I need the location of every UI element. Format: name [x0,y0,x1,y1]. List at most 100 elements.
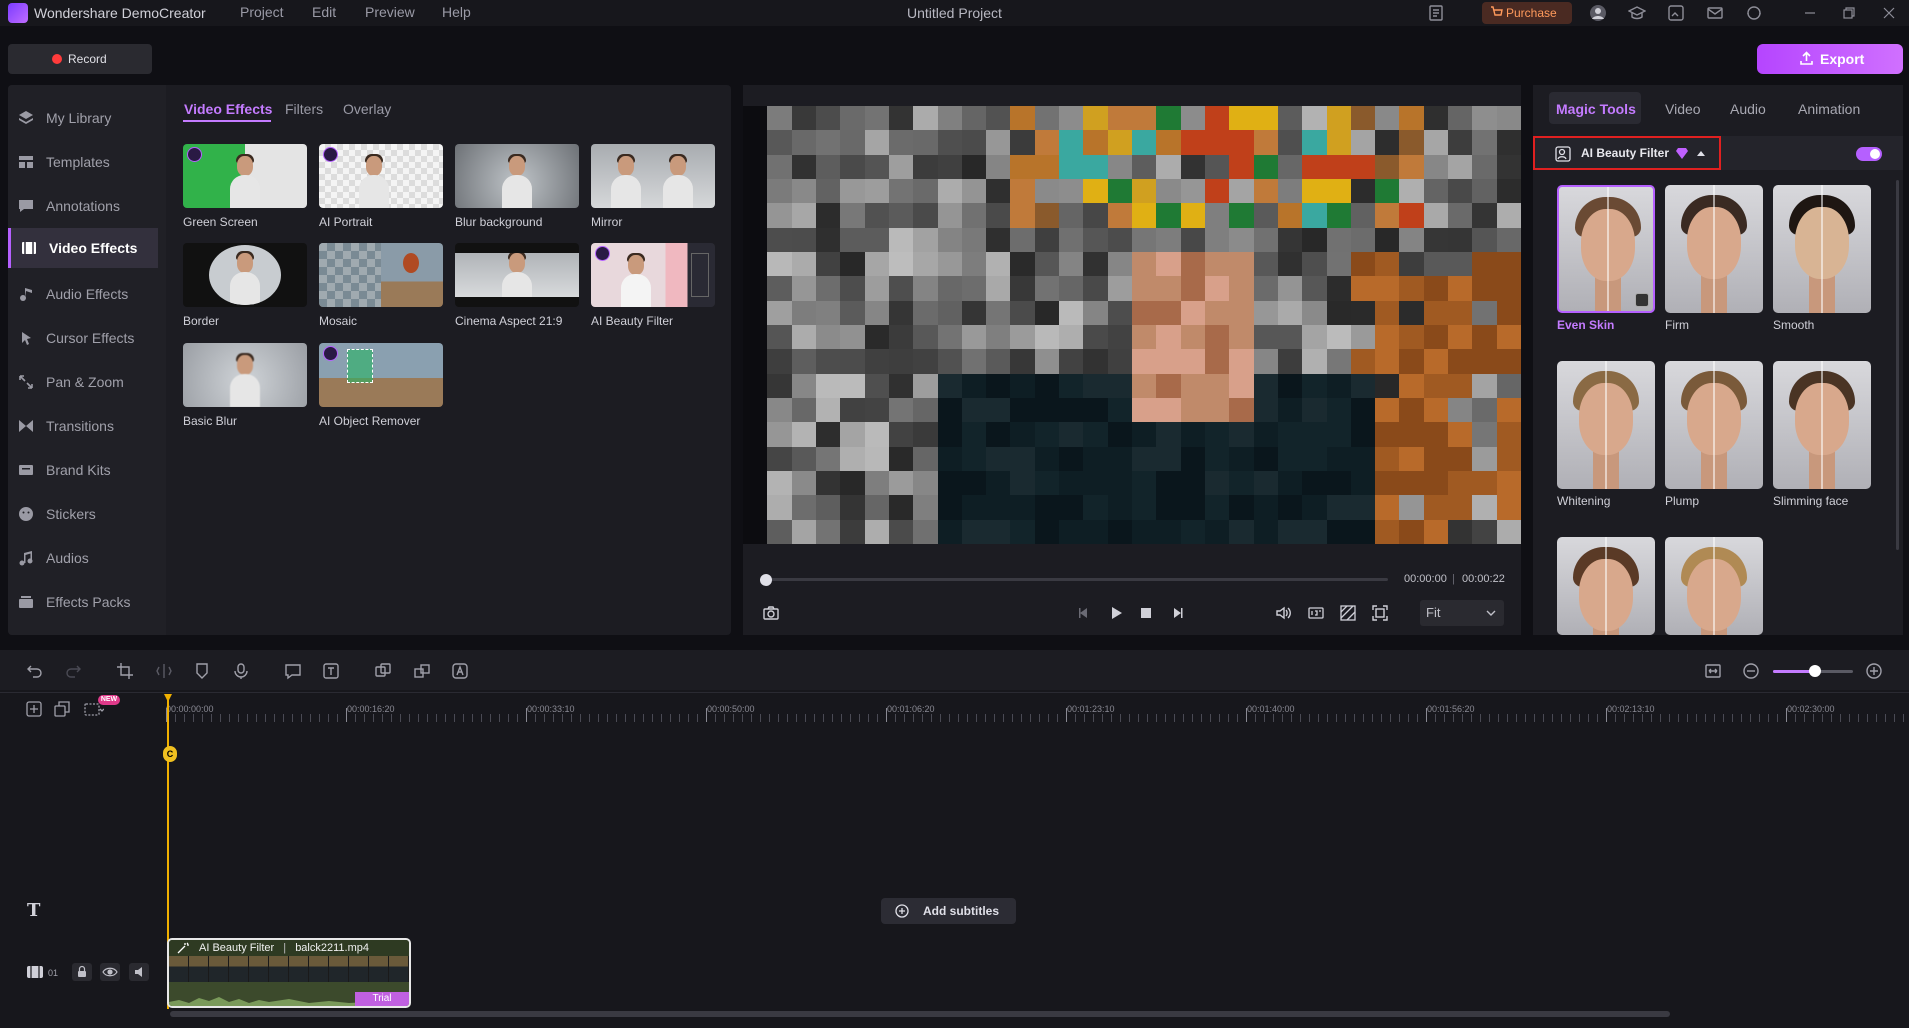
beauty-preset-firm[interactable] [1665,185,1763,313]
eye-icon[interactable] [100,963,120,981]
playback-progress-knob[interactable] [760,574,772,586]
text-box-icon[interactable] [322,662,340,680]
fit-timeline-icon[interactable] [1704,662,1722,680]
group-icon[interactable] [374,662,392,680]
beauty-preset-slimming-face[interactable] [1773,361,1871,489]
sidebar-item-audios[interactable]: Audios [8,538,158,578]
edit-preset-icon[interactable] [1635,293,1649,307]
tab-magic-tools[interactable]: Magic Tools [1556,101,1636,117]
purchase-button[interactable]: Purchase [1482,2,1572,24]
sidebar-item-audio-effects[interactable]: Audio Effects [8,274,158,314]
support-icon[interactable] [1745,4,1763,22]
mark-icon[interactable] [193,662,211,680]
mosaic-block [937,519,962,544]
zoom-out-icon[interactable] [1742,662,1760,680]
split-icon[interactable] [155,662,173,680]
redo-icon[interactable] [64,662,82,680]
beauty-preset-7[interactable] [1557,537,1655,635]
timeline-scrollbar[interactable] [170,1011,1670,1017]
effect-card-ai-portrait[interactable]: AI Portrait [319,144,443,229]
effect-card-ai-beauty-filter[interactable]: AI Beauty Filter [591,243,715,328]
mosaic-block [743,252,768,277]
speaker-icon[interactable] [129,963,149,981]
microphone-icon[interactable] [232,662,250,680]
text-track-icon[interactable]: T [27,900,45,921]
volume-icon[interactable] [1274,604,1292,622]
sidebar-item-cursor-effects[interactable]: Cursor Effects [8,318,158,358]
time-separator: | [1452,573,1455,585]
zoom-fit-select[interactable]: Fit [1420,600,1504,626]
safe-zone-icon[interactable] [1339,604,1357,622]
export-button[interactable]: Export [1757,44,1903,74]
tab-filters[interactable]: Filters [285,101,323,117]
sidebar-item-stickers[interactable]: Stickers [8,494,158,534]
sidebar-item-annotations[interactable]: Annotations [8,186,158,226]
sidebar-item-templates[interactable]: Templates [8,142,158,182]
beauty-preset-even-skin[interactable] [1557,185,1655,313]
effect-card-basic-blur[interactable]: Basic Blur [183,343,307,428]
menu-edit[interactable]: Edit [312,4,336,20]
undo-icon[interactable] [26,662,44,680]
tab-overlay[interactable]: Overlay [343,101,391,117]
snapshot-camera-icon[interactable] [762,604,780,622]
add-track-icon[interactable] [26,701,42,717]
effect-card-green-screen[interactable]: Green Screen [183,144,307,229]
beauty-filter-toggle[interactable] [1856,147,1882,161]
sidebar-item-pan-zoom[interactable]: Pan & Zoom [8,362,158,402]
sidebar-item-my-library[interactable]: My Library [8,98,158,138]
effect-card-mirror[interactable]: Mirror [591,144,715,229]
sidebar-item-transitions[interactable]: Transitions [8,406,158,446]
caption-icon[interactable] [284,662,302,680]
previous-frame-icon[interactable] [1075,604,1093,622]
copy-track-icon[interactable] [54,701,70,717]
screenshot-icon[interactable] [1667,4,1685,22]
beauty-preset-whitening[interactable] [1557,361,1655,489]
timeline-clip[interactable]: AI Beauty Filter | balck2211.mp4 Trial [167,938,411,1008]
mail-icon[interactable] [1706,4,1724,22]
menu-help[interactable]: Help [442,4,471,20]
menu-preview[interactable]: Preview [365,4,415,20]
effect-card-border[interactable]: Border [183,243,307,328]
effect-card-mosaic[interactable]: Mosaic [319,243,443,328]
effect-card-blur-background[interactable]: Blur background [455,144,579,229]
record-button[interactable]: Record [8,44,152,74]
effect-card-ai-object-remover[interactable]: AI Object Remover [319,343,443,428]
beauty-preset-smooth[interactable] [1773,185,1871,313]
sidebar-item-video-effects[interactable]: Video Effects [8,228,158,268]
ungroup-icon[interactable] [413,662,431,680]
playhead-marker[interactable]: C [163,746,177,762]
ai-beauty-filter-dropdown[interactable]: AI Beauty Filter [1533,136,1721,170]
lock-track-icon[interactable] [72,963,92,981]
menu-project[interactable]: Project [240,4,284,20]
notes-icon[interactable] [1427,4,1445,22]
next-frame-icon[interactable] [1168,604,1186,622]
mosaic-block [1472,106,1497,131]
effect-label: Border [183,314,220,328]
beauty-preset-8[interactable] [1665,537,1763,635]
zoom-in-icon[interactable] [1865,662,1883,680]
play-icon[interactable] [1107,604,1125,622]
academy-icon[interactable] [1628,4,1646,22]
crop-icon[interactable] [116,662,134,680]
aspect-ratio-icon[interactable] [1307,604,1325,622]
stop-icon[interactable] [1137,604,1155,622]
panel-scrollbar[interactable] [1896,180,1899,550]
minimize-icon[interactable] [1801,4,1819,22]
effect-card-cinema-aspect[interactable]: Cinema Aspect 21:9 [455,243,579,328]
close-icon[interactable] [1880,4,1898,22]
tab-audio[interactable]: Audio [1730,101,1766,117]
add-subtitles-button[interactable]: Add subtitles [881,898,1016,924]
beauty-filter-label: AI Beauty Filter [1581,146,1670,160]
timeline-zoom-knob[interactable] [1809,665,1821,677]
sidebar-item-effects-packs[interactable]: Effects Packs [8,582,158,622]
fullscreen-icon[interactable] [1371,604,1389,622]
playback-progress-track[interactable] [760,578,1388,581]
sidebar-item-brand-kits[interactable]: Brand Kits [8,450,158,490]
restore-icon[interactable] [1840,4,1858,22]
ai-tool-icon[interactable] [451,662,469,680]
account-avatar-icon[interactable] [1589,4,1607,22]
tab-animation[interactable]: Animation [1798,101,1860,117]
tab-video[interactable]: Video [1665,101,1701,117]
beauty-preset-plump[interactable] [1665,361,1763,489]
tab-video-effects[interactable]: Video Effects [184,101,272,117]
